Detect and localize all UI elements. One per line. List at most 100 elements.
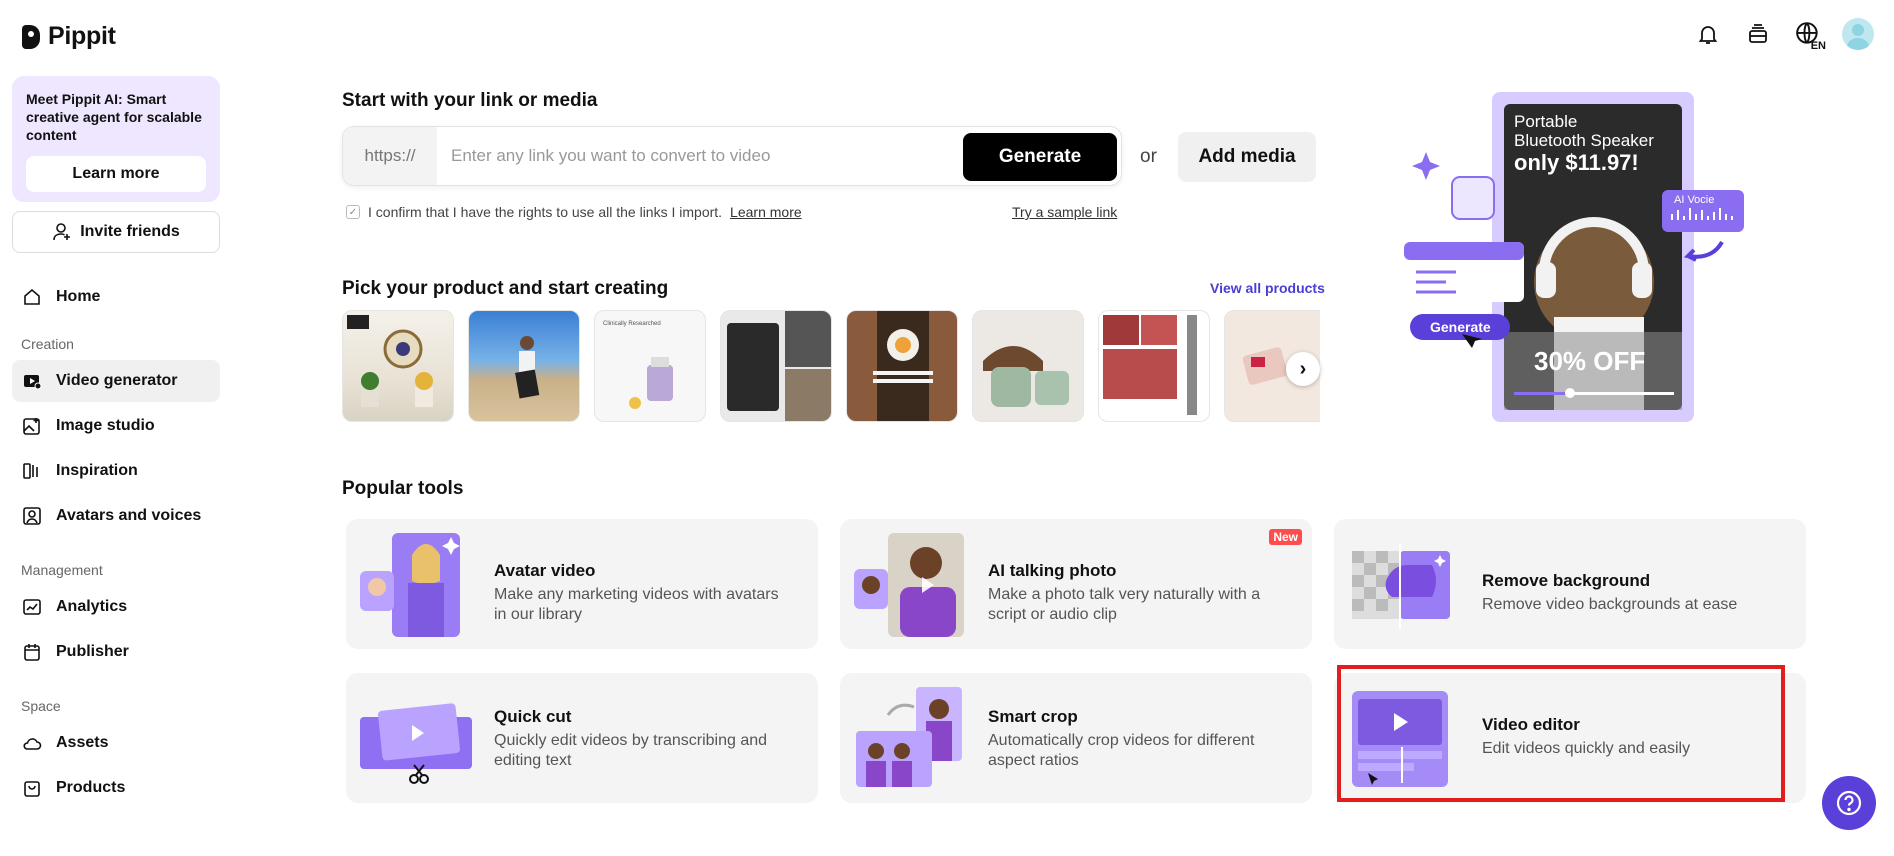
tool-desc: Make a photo talk very naturally with a … — [988, 586, 1261, 623]
sidebar-item-label: Products — [56, 779, 126, 796]
bag-icon — [22, 778, 42, 798]
sidebar-item-products[interactable]: Products — [12, 767, 220, 809]
header-actions: EN — [1692, 18, 1874, 52]
thumbnails-next-button[interactable]: › — [1286, 352, 1320, 386]
sidebar-item-analytics[interactable]: Analytics — [12, 586, 220, 628]
popular-tools-title: Popular tools — [342, 478, 464, 499]
promo-text: Meet Pippit AI: Smart creative agent for… — [26, 91, 202, 143]
quick-cut-thumbnail — [360, 703, 472, 784]
link-input[interactable] — [451, 127, 971, 185]
invite-friends-label: Invite friends — [80, 223, 180, 240]
tool-desc: Quickly edit videos by transcribing and … — [494, 732, 768, 769]
sidebar-item-label: Publisher — [56, 643, 129, 660]
sidebar-item-assets[interactable]: Assets — [12, 722, 220, 764]
link-section-title: Start with your link or media — [342, 90, 598, 111]
tool-card-ai-talking-photo[interactable]: New AI talking photo Make a photo talk v… — [840, 519, 1312, 649]
product-thumbnail[interactable] — [720, 310, 832, 422]
logo[interactable]: Pippit — [22, 22, 116, 51]
pippit-logo-icon — [22, 24, 40, 49]
sidebar-item-video-generator[interactable]: Video generator — [12, 360, 220, 402]
logo-text: Pippit — [48, 22, 116, 50]
product-thumbnail[interactable] — [342, 310, 454, 422]
help-button[interactable] — [1822, 776, 1876, 830]
hero-line1: Portable — [1514, 112, 1578, 131]
section-management: Management — [21, 562, 103, 578]
hero-generate: Generate — [1430, 319, 1491, 335]
promo-illustration: Portable Bluetooth Speaker only $11.97! … — [1404, 92, 1744, 422]
hero-price: only $11.97! — [1514, 150, 1639, 175]
section-space: Space — [21, 698, 61, 714]
sidebar-item-label: Assets — [56, 734, 109, 751]
product-thumbnail[interactable]: Clinically Researched — [594, 310, 706, 422]
tool-card-avatar-video[interactable]: Avatar video Make any marketing videos w… — [346, 519, 818, 649]
sidebar-item-image-studio[interactable]: Image studio — [12, 405, 220, 447]
try-sample-link[interactable]: Try a sample link — [1012, 204, 1117, 220]
sidebar-item-avatars-voices[interactable]: Avatars and voices — [12, 495, 220, 537]
inspiration-icon — [22, 461, 42, 481]
or-separator: or — [1140, 146, 1157, 167]
add-user-icon — [53, 223, 71, 241]
tool-title: AI talking photo — [988, 561, 1117, 580]
analytics-icon — [22, 597, 42, 617]
globe-icon[interactable]: EN — [1792, 18, 1826, 52]
sidebar-item-label: Analytics — [56, 598, 128, 615]
tool-title: Smart crop — [988, 707, 1078, 726]
link-prefix: https:// — [343, 127, 437, 185]
rights-checkbox[interactable]: ✓ — [346, 205, 360, 219]
tool-desc: Remove video backgrounds at ease — [1482, 596, 1738, 613]
smart-crop-thumbnail — [856, 687, 962, 787]
product-thumbnail[interactable] — [1098, 310, 1210, 422]
add-media-button[interactable]: Add media — [1178, 132, 1316, 182]
help-icon — [1836, 790, 1862, 816]
view-all-products-link[interactable]: View all products — [1210, 280, 1325, 296]
product-thumbnail[interactable] — [972, 310, 1084, 422]
rights-confirm-text: I confirm that I have the rights to use … — [368, 204, 723, 220]
hero-discount: 30% OFF — [1534, 346, 1646, 376]
learn-more-button[interactable]: Learn more — [26, 156, 206, 192]
tool-title: Avatar video — [494, 561, 596, 580]
ai-talking-photo-thumbnail — [854, 533, 964, 637]
video-editor-highlight — [1337, 665, 1785, 802]
promo-card: Meet Pippit AI: Smart creative agent for… — [12, 76, 220, 202]
avatar-icon — [22, 506, 42, 526]
invite-friends-button[interactable]: Invite friends — [12, 211, 220, 253]
bell-icon[interactable] — [1692, 18, 1724, 50]
sidebar-item-label: Video generator — [56, 372, 178, 389]
avatar-video-thumbnail — [360, 533, 460, 637]
sidebar: Pippit Meet Pippit AI: Smart creative ag… — [0, 0, 232, 856]
products-section-title: Pick your product and start creating — [342, 278, 669, 299]
layers-icon[interactable] — [1742, 18, 1774, 50]
sidebar-item-label: Home — [56, 288, 101, 305]
learn-more-link[interactable]: Learn more — [730, 204, 802, 220]
rights-confirm: ✓ I confirm that I have the rights to us… — [346, 204, 802, 220]
sidebar-item-inspiration[interactable]: Inspiration — [12, 450, 220, 492]
new-badge: New — [1269, 529, 1302, 545]
tool-card-smart-crop[interactable]: Smart crop Automatically crop videos for… — [840, 673, 1312, 803]
link-input-box: https:// Generate — [342, 126, 1122, 186]
product-thumbnail[interactable] — [846, 310, 958, 422]
tool-title: Remove background — [1482, 571, 1651, 590]
product-thumbnail[interactable] — [468, 310, 580, 422]
cloud-icon — [22, 733, 42, 753]
hero-line2: Bluetooth Speaker — [1514, 131, 1654, 150]
hero-ai-voice: AI Vocie — [1674, 194, 1715, 206]
sidebar-item-label: Inspiration — [56, 462, 138, 479]
tool-card-remove-background[interactable]: Remove background Remove video backgroun… — [1334, 519, 1806, 649]
image-studio-icon — [22, 416, 42, 436]
sidebar-item-home[interactable]: Home — [12, 276, 220, 318]
tool-title: Quick cut — [494, 707, 572, 726]
tool-desc: Make any marketing videos with avatars i… — [494, 586, 779, 623]
generate-button[interactable]: Generate — [963, 133, 1117, 181]
product-thumbnails: Clinically Researched — [342, 310, 1320, 424]
home-icon — [22, 287, 42, 307]
tool-card-quick-cut[interactable]: Quick cut Quickly edit videos by transcr… — [346, 673, 818, 803]
section-creation: Creation — [21, 336, 74, 352]
video-generator-icon — [22, 371, 42, 391]
calendar-icon — [22, 642, 42, 662]
avatar[interactable] — [1842, 18, 1874, 50]
language-label: EN — [1810, 40, 1826, 52]
sidebar-item-label: Image studio — [56, 417, 155, 434]
sidebar-item-publisher[interactable]: Publisher — [12, 631, 220, 673]
sidebar-item-label: Avatars and voices — [56, 507, 202, 524]
remove-background-thumbnail — [1352, 543, 1450, 629]
